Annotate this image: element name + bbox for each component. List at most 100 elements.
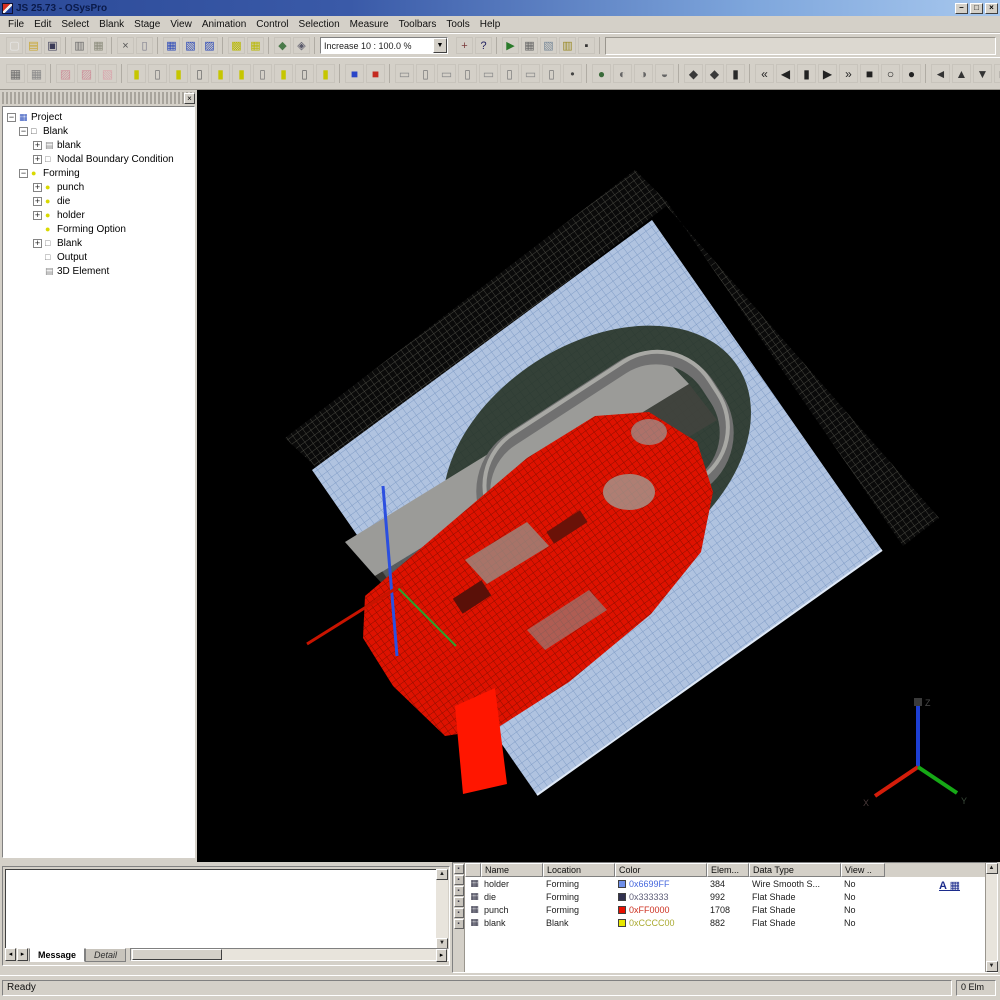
scroll-up-icon[interactable]: ▲ [986,863,998,874]
table-row[interactable]: ▦ die Forming 0x333333 992 Flat Shade No [465,890,987,903]
arrow-down-icon[interactable]: ▼ [973,64,992,83]
tag-icon[interactable]: ▯ [542,64,561,83]
tree-item[interactable]: − ▦ Project [5,110,194,124]
header-location[interactable]: Location [543,863,615,877]
tree-item[interactable]: □ Output [5,250,194,264]
side-tool-icon[interactable]: ▪ [454,897,464,907]
hide-all-icon[interactable]: ▯ [295,64,314,83]
stop-anim-icon[interactable]: ■ [860,64,879,83]
zoom-icon[interactable]: ◈ [293,37,310,54]
chevron-down-icon[interactable]: ▼ [433,38,447,53]
measure-icon[interactable]: ▭ [395,64,414,83]
print-icon[interactable]: ▥ [71,37,88,54]
thickness-icon[interactable]: ▭ [479,64,498,83]
tree-item[interactable]: + ● punch [5,180,194,194]
part-hide-icon[interactable]: ▦ [247,37,264,54]
side-tool-icon[interactable]: ▪ [454,875,464,885]
record-icon[interactable]: ● [902,64,921,83]
reverse-show-icon[interactable]: ▮ [316,64,335,83]
rotate-icon[interactable]: ◆ [684,64,703,83]
surface-icon[interactable]: ▧ [98,64,117,83]
header-color[interactable]: Color [615,863,707,877]
show-die-icon[interactable]: ▮ [169,64,188,83]
section-icon[interactable]: ▥ [559,37,576,54]
tree-item[interactable]: + ● die [5,194,194,208]
mesh-view-icon[interactable]: ▦ [163,37,180,54]
tree-item[interactable]: ▤ 3D Element [5,264,194,278]
arrow-left-icon[interactable]: ◄ [931,64,950,83]
tool-mesh-icon[interactable]: ▨ [77,64,96,83]
probe-icon[interactable]: • [563,64,582,83]
report-icon[interactable]: ▯ [500,64,519,83]
help-icon[interactable]: ? [475,37,492,54]
menu-item[interactable]: Toolbars [394,18,442,31]
menu-item[interactable]: Edit [29,18,56,31]
angle-icon[interactable]: ▭ [437,64,456,83]
copy-icon[interactable]: ▯ [136,37,153,54]
wire-view-icon[interactable]: ▨ [201,37,218,54]
tree-item[interactable]: + □ Blank [5,236,194,250]
header-view[interactable]: View .. [841,863,885,877]
select-node-icon[interactable]: ▦ [27,64,46,83]
message-vertical-scrollbar[interactable]: ▲ ▼ [436,869,448,949]
tree-item[interactable]: + ▤ blank [5,138,194,152]
zoom-window-icon[interactable]: ▮ [726,64,745,83]
menu-item[interactable]: Select [56,18,94,31]
arrow-up-icon[interactable]: ▲ [952,64,971,83]
prev-frame-icon[interactable]: ◀ [776,64,795,83]
fit-view-icon[interactable]: ◆ [274,37,291,54]
tree-expander-icon[interactable]: + [33,183,42,192]
iso-view-icon[interactable]: ● [592,64,611,83]
tree-expander-icon[interactable]: + [33,155,42,164]
header-name[interactable]: Name [481,863,543,877]
tree-item[interactable]: ● Forming Option [5,222,194,236]
cut-icon[interactable]: × [117,37,134,54]
menu-item[interactable]: Blank [94,18,129,31]
stop-icon[interactable]: ▪ [578,37,595,54]
header-elem[interactable]: Elem... [707,863,749,877]
contour-icon[interactable]: ▧ [540,37,557,54]
new-icon[interactable]: ▢ [6,37,23,54]
close-icon[interactable]: × [184,93,195,104]
select-element-icon[interactable]: ▦ [6,64,25,83]
tree-item[interactable]: − □ Blank [5,124,194,138]
table-side-toolbar[interactable]: ▪ ▪ ▪ ▪ ▪ ▪ [453,863,465,972]
radius-icon[interactable]: ▯ [458,64,477,83]
export-icon[interactable]: ▦ [90,37,107,54]
menu-item[interactable]: Help [475,18,506,31]
show-blank-icon[interactable]: ▮ [232,64,251,83]
header-data-type[interactable]: Data Type [749,863,841,877]
first-frame-icon[interactable]: « [755,64,774,83]
tab-scroll-left-icon[interactable]: ◂ [5,948,16,961]
stage-combobox[interactable]: Increase 10 : 100.0 % ▼ [320,37,448,54]
viewport-3d[interactable]: Z X Y [197,90,1000,862]
tab-detail[interactable]: Detail [85,948,126,962]
side-tool-icon[interactable]: ▪ [454,919,464,929]
pan-icon[interactable]: ◆ [705,64,724,83]
header-icon-col[interactable] [465,863,481,877]
side-view-icon[interactable]: ◑ [634,64,653,83]
scrollbar-thumb[interactable] [132,949,222,960]
show-all-icon[interactable]: ▮ [274,64,293,83]
notes-icon[interactable]: ▭ [521,64,540,83]
close-button[interactable]: × [985,3,998,14]
scroll-up-icon[interactable]: ▲ [436,869,448,880]
open-icon[interactable]: ▤ [25,37,42,54]
menu-item[interactable]: Stage [129,18,165,31]
table-row[interactable]: ▦ holder Forming 0x6699FF 384 Wire Smoot… [465,877,987,890]
menu-item[interactable]: View [165,18,197,31]
tree-expander-icon[interactable]: − [19,127,28,136]
tree-item[interactable]: − ● Forming [5,166,194,180]
tree-expander-icon[interactable]: − [19,169,28,178]
play-anim-icon[interactable]: ▶ [818,64,837,83]
top-view-icon[interactable]: ◒ [655,64,674,83]
tree-expander-icon[interactable]: − [7,113,16,122]
message-horizontal-scrollbar[interactable]: ▸ [130,948,449,961]
menu-item[interactable]: Selection [294,18,345,31]
last-frame-icon[interactable]: » [839,64,858,83]
loop-icon[interactable]: ○ [881,64,900,83]
arrow-right-icon[interactable]: ► [994,64,1000,83]
flag-blue-icon[interactable]: ■ [345,64,364,83]
show-holder-icon[interactable]: ▮ [211,64,230,83]
shade-view-icon[interactable]: ▧ [182,37,199,54]
